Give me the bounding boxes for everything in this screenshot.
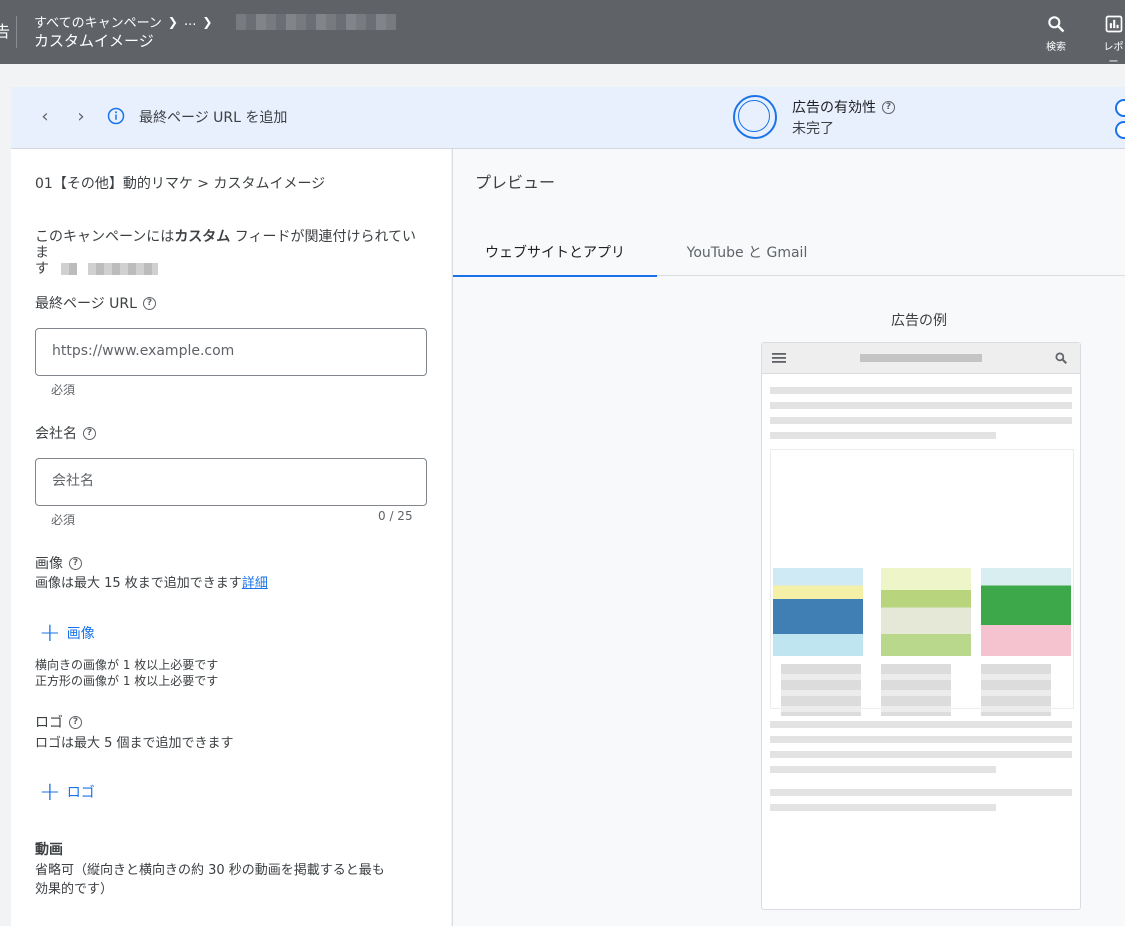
images-description: 画像は最大 15 枚まで追加できます詳細 (35, 572, 268, 591)
plus-icon: + (39, 618, 61, 648)
effectiveness-status: 未完了 (792, 121, 834, 137)
images-requirement-1: 横向きの画像が 1 枚以上必要です (35, 658, 219, 672)
final-url-input[interactable] (36, 329, 412, 373)
chevron-right-icon: ❯ (202, 14, 213, 29)
radio-option-1[interactable] (1115, 99, 1125, 117)
add-image-label: 画像 (66, 626, 95, 642)
final-url-field[interactable] (35, 328, 427, 376)
redacted-feed-name-2 (87, 263, 158, 275)
placeholder-line (770, 402, 1072, 409)
company-hint: 必須 (51, 513, 76, 527)
reports-label: レポー (1103, 42, 1124, 68)
company-field[interactable] (35, 458, 427, 506)
help-icon[interactable]: ? (882, 100, 895, 114)
help-icon[interactable]: ? (69, 556, 82, 570)
video-description-1: 省略可（縦向きと横向きの約 30 秒の動画を掲載すると最も (35, 863, 385, 878)
phone-toolbar (762, 343, 1080, 374)
chevron-left-icon[interactable]: ‹ (35, 107, 55, 127)
product-text (881, 664, 951, 716)
breadcrumb-redacted (236, 13, 397, 30)
chevron-right-icon: ❯ (167, 14, 178, 29)
company-input[interactable] (36, 459, 412, 503)
phone-url-placeholder (860, 354, 982, 362)
feed-notice-pre: このキャンペーンには (35, 229, 175, 245)
images-label-text: 画像 (35, 556, 63, 572)
search-label: 検索 (1046, 42, 1066, 53)
logo-description: ロゴは最大 5 個まで追加できます (35, 736, 234, 751)
placeholder-line (770, 387, 1072, 394)
reports-button[interactable]: レポー (1102, 14, 1125, 68)
preview-title: プレビュー (475, 173, 556, 192)
add-logo-button[interactable]: + ロゴ (39, 777, 95, 807)
feed-notice: このキャンペーンにはカスタム フィードが関連付けられていま す (35, 229, 430, 277)
logo-label-text: ロゴ (35, 715, 63, 731)
search-icon (1048, 16, 1065, 33)
info-icon (107, 107, 125, 125)
images-label: 画像 ? (35, 553, 82, 573)
ad-form-panel: 01【その他】動的リマケ > カスタムイメージ このキャンペーンにはカスタム フ… (11, 149, 451, 926)
images-details-link[interactable]: 詳細 (242, 576, 268, 591)
menu-cut-icon[interactable]: 告 (0, 18, 10, 42)
breadcrumb-ellipsis[interactable]: ... (184, 14, 196, 29)
effectiveness-ring (733, 95, 777, 139)
top-app-bar: 告 すべてのキャンペーン ❯ ... ❯ カスタムイメージ 検索 レポー (0, 0, 1125, 68)
plus-icon: + (39, 777, 61, 807)
feed-notice-line2: す (35, 261, 49, 277)
reports-icon (1105, 15, 1122, 33)
add-logo-label: ロゴ (66, 785, 95, 801)
preview-panel: プレビュー ウェブサイトとアプリ YouTube と Gmail 広告の例 (452, 149, 1125, 926)
placeholder-line (770, 751, 1072, 758)
tab-website-apps[interactable]: ウェブサイトとアプリ (453, 229, 657, 277)
add-image-button[interactable]: + 画像 (39, 618, 95, 648)
product-image (773, 568, 863, 656)
help-icon[interactable]: ? (69, 715, 82, 729)
search-button[interactable]: 検索 (1046, 14, 1066, 53)
placeholder-line (770, 789, 1072, 796)
preview-tabs: ウェブサイトとアプリ YouTube と Gmail (453, 229, 1125, 277)
breadcrumb-all-campaigns[interactable]: すべてのキャンペーン (34, 12, 162, 31)
effectiveness-title: 広告の有効性 ? (792, 97, 895, 117)
hamburger-menu-icon (772, 353, 786, 363)
placeholder-line (770, 766, 996, 773)
final-url-label: 最終ページ URL ? (35, 293, 156, 313)
company-label-text: 会社名 (35, 426, 77, 442)
video-description-2: 効果的です） (35, 882, 114, 897)
placeholder-line (770, 432, 996, 439)
tab-youtube-gmail[interactable]: YouTube と Gmail (657, 229, 837, 275)
ad-card (770, 449, 1074, 716)
final-url-hint: 必須 (51, 383, 76, 397)
images-desc-text: 画像は最大 15 枚まで追加できます (35, 576, 242, 591)
product-text (981, 664, 1051, 716)
placeholder-line (770, 736, 1072, 743)
product-image (981, 568, 1071, 656)
ad-status-header: ‹ › 最終ページ URL を追加 広告の有効性 ? 未完了 (11, 87, 1125, 149)
company-label: 会社名 ? (35, 423, 96, 443)
placeholder-line (770, 721, 1072, 728)
page-title: カスタムイメージ (34, 32, 154, 50)
topbar-divider (16, 16, 17, 48)
video-label: 動画 (35, 842, 63, 858)
product-image (881, 568, 971, 656)
breadcrumb: すべてのキャンペーン ❯ ... ❯ (34, 12, 397, 31)
ad-example-label: 広告の例 (891, 313, 947, 329)
phone-search-icon (1055, 352, 1067, 364)
images-requirement-2: 正方形の画像が 1 枚以上必要です (35, 674, 219, 688)
radio-option-2[interactable] (1115, 121, 1125, 139)
placeholder-line (770, 804, 996, 811)
help-icon[interactable]: ? (142, 296, 156, 310)
company-counter: 0 / 25 (378, 509, 413, 523)
help-icon[interactable]: ? (83, 426, 96, 440)
final-url-label-text: 最終ページ URL (35, 296, 137, 312)
redacted-feed-name (61, 263, 78, 275)
placeholder-line (770, 417, 1072, 424)
product-text (781, 664, 861, 716)
ad-group-path: 01【その他】動的リマケ > カスタムイメージ (35, 176, 326, 192)
ad-preview-phone (761, 342, 1081, 910)
header-message: 最終ページ URL を追加 (139, 110, 288, 126)
chevron-right-nav-icon[interactable]: › (71, 107, 91, 127)
feed-notice-bold: カスタム (174, 229, 231, 245)
effectiveness-title-text: 広告の有効性 (792, 100, 876, 116)
logo-label: ロゴ ? (35, 712, 82, 732)
